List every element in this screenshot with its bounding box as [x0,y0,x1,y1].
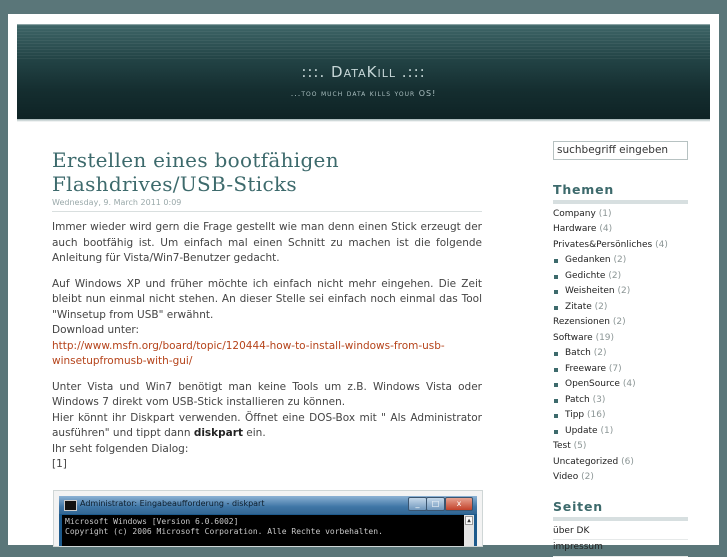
category-count: (1) [600,425,614,436]
category-label[interactable]: Update [565,426,598,436]
category-label[interactable]: Rezensionen [553,317,610,327]
category-item[interactable]: Company (1) [553,207,688,223]
subcategory-item[interactable]: Gedanken (2) [553,253,688,269]
category-label[interactable]: Company [553,209,596,219]
post-text-diskpart: diskpart [193,427,243,439]
post-title[interactable]: Erstellen eines bootfähigen Flashdrives/… [52,148,482,196]
page-link-divider [553,555,688,557]
category-count: (2) [581,472,594,482]
post: Erstellen eines bootfähigen Flashdrives/… [52,148,482,483]
category-label[interactable]: Software [553,333,593,343]
post-date: Wednesday, 9. March 2011 0:09 [52,198,182,207]
category-label[interactable]: Freeware [565,364,606,374]
category-count: (2) [612,317,626,327]
site-tagline: ...too much data kills your OS! [290,89,437,98]
themen-divider [553,199,688,204]
category-count: (2) [594,301,608,312]
page-link-impressum[interactable]: impressum [553,540,688,556]
category-item[interactable]: Hardware (4) [553,222,688,238]
cmd-titlebar: Administrator: Eingabeaufforderung - dis… [59,496,477,514]
post-text-diskpart-intro: Hier könnt ihr Diskpart verwenden. Öffne… [52,411,482,440]
category-label[interactable]: Uncategorized [553,457,618,467]
cmd-window-title: Administrator: Eingabeaufforderung - dis… [80,499,265,508]
subcategory-item[interactable]: Weisheiten (2) [553,284,688,300]
sidebar: Themen Company (1) Hardware (4) Privates… [553,138,688,557]
seiten-heading: Seiten [553,498,603,514]
category-item[interactable]: Privates&Persönliches (4) [553,238,688,254]
category-label[interactable]: Privates&Persönliches [553,240,652,250]
category-count: (2) [608,270,622,281]
category-count: (4) [599,224,613,234]
post-paragraph-intro: Immer wieder wird gern die Frage gestell… [52,221,482,264]
category-item[interactable]: Software (19) [553,331,688,347]
minimize-icon: _ [408,497,427,511]
subcategory-item[interactable]: Batch (2) [553,346,688,362]
category-label[interactable]: Hardware [553,224,596,234]
subcategory-item[interactable]: Gedichte (2) [553,269,688,285]
category-count: (2) [593,348,607,358]
category-count: (1) [598,208,612,219]
post-text-xp: Auf Windows XP und früher möchte ich ein… [52,277,482,321]
category-count: (5) [573,441,587,451]
category-label[interactable]: Patch [565,395,590,405]
scroll-up-icon: ▲ [465,516,473,525]
category-item[interactable]: Rezensionen (2) [553,315,688,331]
header-pattern [17,25,710,61]
close-icon: x [445,497,473,511]
category-count: (7) [608,363,622,374]
subcategory-item[interactable]: Update (1) [553,424,688,440]
console-line: Copyright (c) 2006 Microsoft Corporation… [65,527,383,536]
category-count: (16) [587,410,606,420]
site-header: :::. DataKill .::: ...too much data kill… [17,24,710,120]
console-line: Microsoft Windows [Version 6.0.6002] [65,517,239,526]
category-count: (2) [613,255,627,265]
subcategory-item[interactable]: OpenSource (4) [553,377,688,393]
category-count: (4) [655,239,668,250]
post-text-download: Download unter: [52,324,140,336]
search-input[interactable] [553,140,688,160]
page-link-ueber-dk[interactable]: über DK [553,524,688,540]
header-divider [17,119,710,122]
subcategory-item[interactable]: Patch (3) [553,393,688,409]
post-body: Immer wieder wird gern die Frage gestell… [52,220,482,473]
post-paragraph-xp: Auf Windows XP und früher möchte ich ein… [52,277,482,370]
category-label[interactable]: Gedichte [565,271,605,281]
download-link[interactable]: http://www.msfn.org/board/topic/120444-h… [52,340,445,368]
category-label[interactable]: Weisheiten [565,286,615,296]
post-divider [52,211,482,212]
category-count: (6) [621,456,634,467]
cmd-app-icon [64,500,77,511]
themen-heading: Themen [553,181,615,197]
post-text-vista: Unter Vista und Win7 benötigt man keine … [52,380,482,409]
category-list: Company (1) Hardware (4) Privates&Persön… [553,207,688,486]
category-item[interactable]: Video (2) [553,470,688,486]
category-count: (3) [592,394,606,405]
post-text-dialog: Ihr seht folgenden Dialog: [52,442,189,455]
category-label[interactable]: OpenSource [565,379,620,389]
subcategory-item[interactable]: Zitate (2) [553,300,688,316]
post-footnote-ref[interactable]: [1] [52,458,67,470]
seiten-divider [553,516,688,521]
category-label[interactable]: Batch [565,348,591,358]
site-title[interactable]: :::. DataKill .::: [17,63,710,81]
subcategory-item[interactable]: Tipp (16) [553,408,688,424]
post-text-diskpart-end: ein. [242,427,266,439]
category-label[interactable]: Gedanken [565,255,611,265]
category-count: (19) [595,332,615,343]
category-item[interactable]: Test (5) [553,439,688,455]
cmd-window: Administrator: Eingabeaufforderung - dis… [59,496,477,546]
category-label[interactable]: Test [553,441,571,451]
subcategory-item[interactable]: Freeware (7) [553,362,688,378]
category-count: (4) [622,379,636,389]
console-scrollbar: ▲ [464,515,474,546]
maximize-icon: □ [426,497,445,511]
screenshot-image: Administrator: Eingabeaufforderung - dis… [53,490,483,547]
category-label[interactable]: Video [553,472,578,482]
category-label[interactable]: Zitate [565,302,592,312]
post-paragraph-vista: Unter Vista und Win7 benötigt man keine … [52,380,482,473]
category-count: (2) [617,286,631,296]
category-label[interactable]: Tipp [565,410,584,420]
cmd-console: Microsoft Windows [Version 6.0.6002] Copy… [62,515,474,546]
category-item[interactable]: Uncategorized (6) [553,455,688,471]
